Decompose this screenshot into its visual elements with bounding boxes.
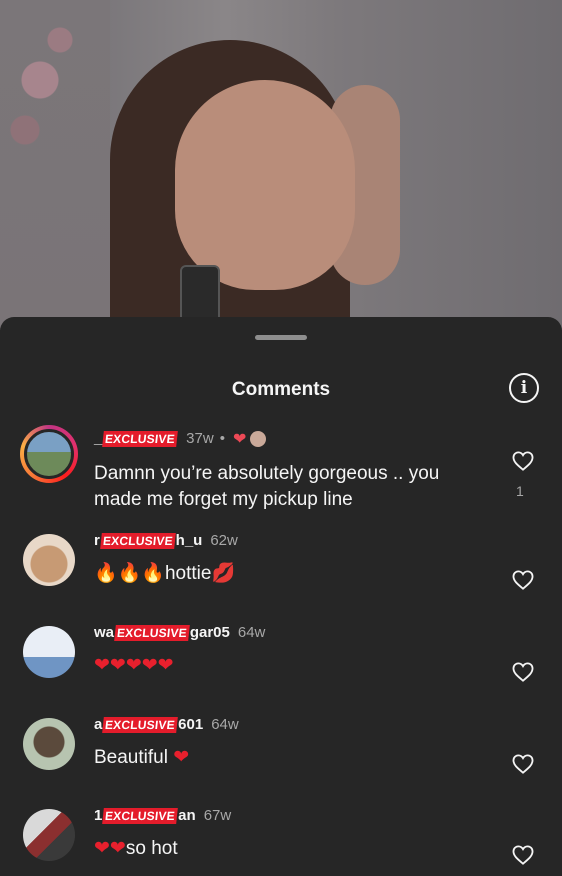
comment-text: Beautiful ❤ [94, 746, 190, 768]
heart-outline-icon [512, 570, 534, 590]
username[interactable]: 1 EXCLUSIVE an [94, 807, 196, 824]
like-button[interactable] [511, 752, 535, 776]
info-icon: i [520, 378, 528, 398]
comment-time: 64w [211, 716, 239, 733]
post-photo [0, 0, 562, 330]
info-button[interactable]: i [509, 373, 539, 403]
comment-text: ❤❤so hot [94, 837, 178, 859]
comment-time: 37w [186, 430, 214, 447]
comments-sheet: Comments i _ EXCLUSIVE 37w • ❤ Damnn you’… [0, 317, 562, 876]
avatar-image [24, 429, 74, 479]
username[interactable]: r EXCLUSIVE h_u [94, 532, 202, 549]
avatar[interactable] [20, 425, 78, 483]
like-button[interactable] [511, 660, 535, 684]
avatar[interactable] [23, 718, 75, 770]
username-redaction-tag: EXCLUSIVE [102, 431, 179, 447]
author-mini-avatar [250, 430, 267, 447]
like-button[interactable] [511, 568, 535, 592]
drag-handle[interactable] [255, 335, 307, 340]
heart-emoji: ❤❤ [94, 837, 126, 859]
comment-meta: r EXCLUSIVE h_u 62w [94, 532, 238, 549]
comment-text: 🔥🔥🔥hottie💋 [94, 562, 236, 584]
avatar[interactable] [23, 809, 75, 861]
comment-text: Damnn you’re absolutely gorgeous .. you … [94, 463, 440, 510]
avatar[interactable] [23, 534, 75, 586]
heart-outline-icon [512, 754, 534, 774]
comment-time: 67w [203, 807, 232, 824]
kiss-emoji: 💋 [211, 562, 236, 584]
fire-emoji: 🔥🔥🔥 [94, 562, 165, 584]
like-count[interactable]: 1 [516, 483, 524, 499]
comment-meta: 1 EXCLUSIVE an 67w [94, 807, 231, 824]
sheet-title: Comments [231, 379, 331, 400]
username-redaction-tag: EXCLUSIVE [102, 808, 179, 824]
username[interactable]: _ EXCLUSIVE [94, 430, 179, 447]
photo-earring [180, 265, 220, 324]
liked-by-author-heart-icon: ❤ [232, 429, 247, 448]
heart-outline-icon [512, 662, 534, 682]
avatar[interactable] [23, 626, 75, 678]
username[interactable]: wa EXCLUSIVE gar05 [94, 624, 230, 641]
comment-time: 64w [237, 624, 266, 641]
heart-outline-icon [512, 845, 534, 865]
comment-meta: _ EXCLUSIVE 37w • ❤ [94, 429, 267, 448]
heart-emoji: ❤ [173, 746, 190, 768]
comment-time: 62w [210, 532, 238, 549]
comment-text: ❤❤❤❤❤ [94, 654, 174, 676]
separator-dot: • [219, 430, 225, 447]
comment-meta: a EXCLUSIVE 601 64w [94, 716, 239, 733]
like-button[interactable] [511, 449, 535, 473]
username-redaction-tag: EXCLUSIVE [102, 717, 179, 733]
username[interactable]: a EXCLUSIVE 601 [94, 716, 203, 733]
photo-face [175, 80, 355, 290]
username-redaction-tag: EXCLUSIVE [114, 625, 190, 641]
comment-meta: wa EXCLUSIVE gar05 64w [94, 624, 265, 641]
username-redaction-tag: EXCLUSIVE [100, 533, 176, 549]
heart-outline-icon [512, 451, 534, 471]
floral-wall [0, 0, 110, 330]
like-button[interactable] [511, 843, 535, 867]
